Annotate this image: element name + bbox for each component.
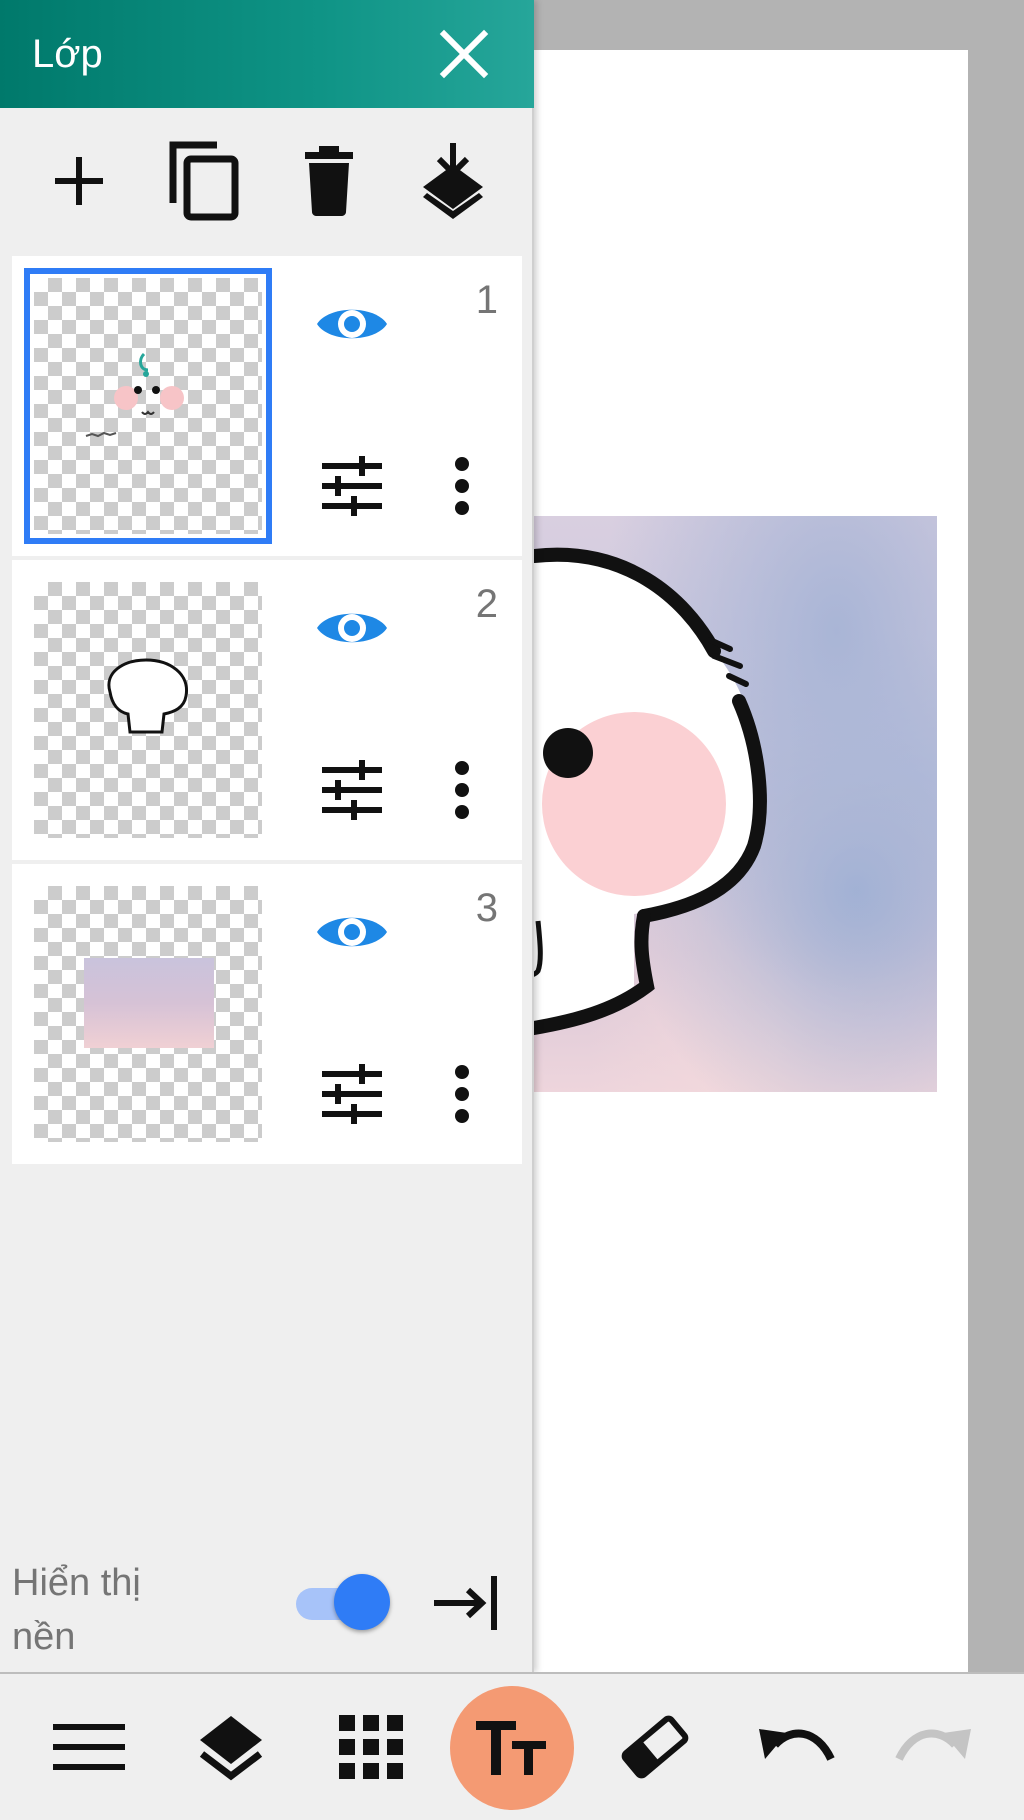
canvas-character-drawing bbox=[534, 547, 767, 1035]
layer-thumbnail-1[interactable] bbox=[24, 268, 272, 544]
grid-icon bbox=[339, 1715, 403, 1779]
grid-button[interactable] bbox=[316, 1692, 426, 1802]
more-vert-icon bbox=[455, 457, 469, 515]
sliders-icon bbox=[322, 1064, 382, 1124]
arrow-to-right-bar-icon bbox=[434, 1576, 497, 1630]
layer-number: 3 bbox=[475, 886, 498, 930]
layer-1-face-preview bbox=[85, 352, 184, 438]
sliders-icon bbox=[322, 760, 382, 820]
canvas-sky-photo bbox=[534, 516, 937, 1092]
eye-icon bbox=[317, 917, 387, 947]
panel-header: Lớp bbox=[0, 0, 534, 108]
eraser-button[interactable] bbox=[600, 1692, 710, 1802]
eraser-icon bbox=[621, 1715, 689, 1779]
eye-icon bbox=[317, 613, 387, 643]
toggle-knob bbox=[334, 1574, 390, 1630]
layer-row-1[interactable]: 1 bbox=[12, 256, 522, 556]
redo-button[interactable] bbox=[880, 1692, 990, 1802]
layer-adjust-button-1[interactable] bbox=[312, 446, 392, 526]
text-tool-button[interactable] bbox=[450, 1686, 574, 1810]
layer-more-button-3[interactable] bbox=[432, 1054, 492, 1134]
layer-more-button-1[interactable] bbox=[432, 446, 492, 526]
show-background-label: Hiển thị nền bbox=[12, 1562, 141, 1658]
bottom-toolbar bbox=[0, 1672, 1024, 1820]
layer-thumbnail-2[interactable] bbox=[34, 582, 262, 838]
layer-row-3[interactable]: 3 bbox=[12, 864, 522, 1164]
layers-panel: Lớp 1 2 3 Hiển thị nền bbox=[0, 0, 534, 1672]
undo-button[interactable] bbox=[740, 1692, 850, 1802]
layer-number: 2 bbox=[475, 582, 498, 626]
close-button[interactable] bbox=[432, 22, 496, 86]
menu-icon bbox=[53, 1724, 125, 1770]
merge-down-button[interactable] bbox=[408, 136, 498, 226]
layers-button[interactable] bbox=[176, 1692, 286, 1802]
collapse-panel-button[interactable] bbox=[424, 1568, 504, 1638]
layer-adjust-button-2[interactable] bbox=[312, 750, 392, 830]
add-layer-button[interactable] bbox=[34, 136, 124, 226]
layers-icon bbox=[199, 1716, 263, 1781]
more-vert-icon bbox=[455, 761, 469, 819]
duplicate-layer-button[interactable] bbox=[158, 136, 248, 226]
redo-icon bbox=[895, 1729, 971, 1761]
layer-toolbar bbox=[0, 108, 534, 254]
layer-2-head-preview bbox=[107, 658, 188, 734]
layer-3-sky-preview bbox=[84, 958, 214, 1048]
menu-button[interactable] bbox=[34, 1692, 144, 1802]
trash-icon bbox=[305, 146, 353, 216]
layer-adjust-button-3[interactable] bbox=[312, 1054, 392, 1134]
sliders-icon bbox=[322, 456, 382, 516]
delete-layer-button[interactable] bbox=[284, 136, 374, 226]
layer-number: 1 bbox=[475, 278, 498, 322]
layer-visibility-toggle-1[interactable] bbox=[312, 284, 392, 364]
panel-title: Lớp bbox=[32, 32, 103, 76]
undo-icon bbox=[759, 1729, 835, 1761]
layer-row-2[interactable]: 2 bbox=[12, 560, 522, 860]
text-tool-icon bbox=[476, 1721, 546, 1775]
eye-icon bbox=[317, 309, 387, 339]
layer-visibility-toggle-3[interactable] bbox=[312, 892, 392, 972]
layer-more-button-2[interactable] bbox=[432, 750, 492, 830]
copy-icon bbox=[169, 141, 239, 221]
merge-down-icon bbox=[423, 143, 483, 219]
layer-thumbnail-3[interactable] bbox=[34, 886, 262, 1142]
plus-icon bbox=[55, 157, 103, 205]
show-background-toggle[interactable] bbox=[294, 1574, 390, 1630]
close-icon bbox=[439, 29, 489, 79]
more-vert-icon bbox=[455, 1065, 469, 1123]
layer-visibility-toggle-2[interactable] bbox=[312, 588, 392, 668]
